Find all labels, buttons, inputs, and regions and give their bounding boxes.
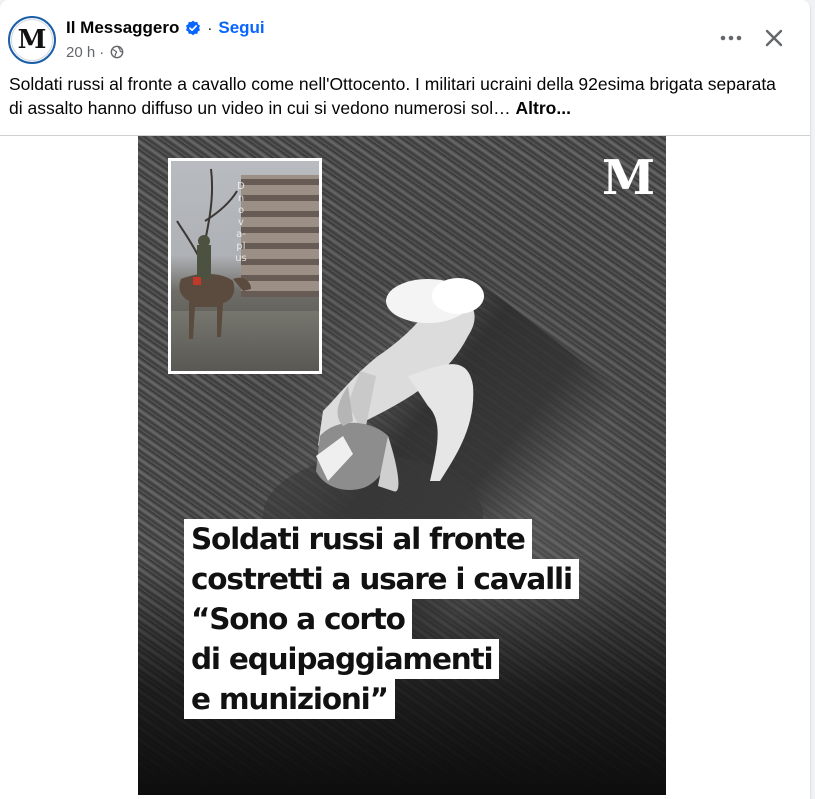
page-name-link[interactable]: Il Messaggero [66,18,179,38]
headline-line: costretti a usare i cavalli [184,559,579,599]
headline-line: di equipaggiamenti [184,639,500,679]
inset-photo: Dnova-plus [168,158,322,374]
more-options-icon [720,35,742,41]
more-options-button[interactable] [712,20,750,56]
headline-line: e munizioni” [184,679,395,719]
headline-line: Soldati russi al fronte [184,519,532,559]
see-more-link[interactable]: Altro... [516,98,571,118]
post-timestamp[interactable]: 20 h [66,44,95,61]
post-video[interactable]: Dnova-plus M Soldati russi al fronte cos… [138,136,666,795]
post-body-text: Soldati russi al fronte a cavallo come n… [9,74,776,118]
post-meta: 20 h · [66,43,124,61]
verified-badge-icon [186,20,201,36]
avatar-logo: M [11,19,53,61]
headline-line: “Sono a corto [184,599,412,639]
post-text: Soldati russi al fronte a cavallo come n… [9,72,789,120]
name-row: Il Messaggero · Segui [66,17,265,39]
follow-button[interactable]: Segui [218,18,264,38]
close-icon [765,29,783,47]
post-header: M Il Messaggero · Segui 20 h · [0,0,810,70]
page-avatar[interactable]: M [8,16,56,64]
post-card: M Il Messaggero · Segui 20 h · Soldati r… [0,0,810,799]
name-separator: · [207,19,213,37]
inset-watermark: Dnova-plus [235,181,247,264]
video-headline: Soldati russi al fronte costretti a usar… [184,519,654,719]
meta-separator: · [99,43,105,61]
close-button[interactable] [755,20,793,56]
globe-icon[interactable] [110,45,124,59]
messaggero-logo: M [602,150,656,206]
